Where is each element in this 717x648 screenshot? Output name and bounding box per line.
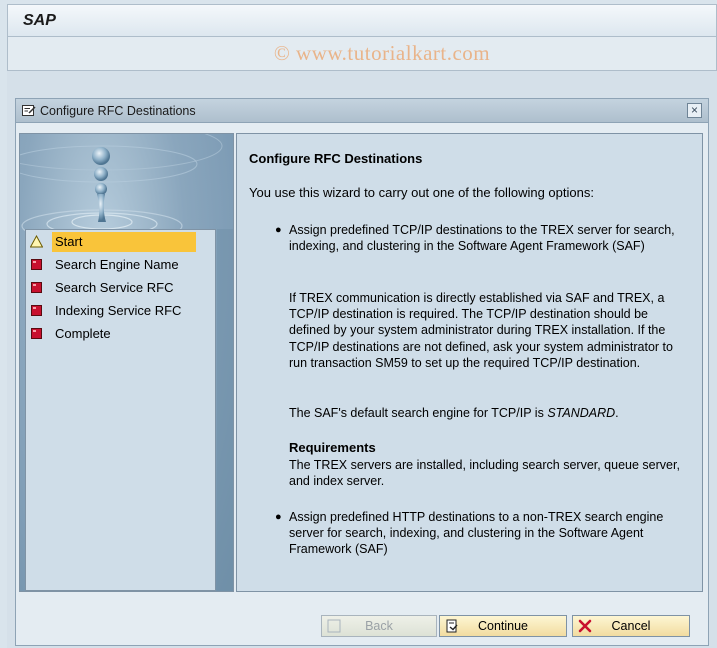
dialog-title-bar[interactable]: Configure RFC Destinations × <box>16 99 708 123</box>
default-engine-suffix: . <box>615 406 619 420</box>
requirements-text: The TREX servers are installed, includin… <box>289 458 680 489</box>
default-engine-prefix: The SAF's default search engine for TCP/… <box>289 406 548 420</box>
sap-logo: SAP <box>23 12 56 29</box>
continue-button[interactable]: Continue <box>439 615 567 637</box>
step-complete[interactable]: Complete <box>26 323 215 345</box>
cancel-button[interactable]: Cancel <box>572 615 690 637</box>
content-intro: You use this wizard to carry out one of … <box>249 185 594 200</box>
wizard-content-panel: Configure RFC Destinations You use this … <box>236 133 703 592</box>
step-search-service-rfc[interactable]: Search Service RFC <box>26 277 215 299</box>
watermark: © www.tutorialkart.com <box>273 41 491 65</box>
step-label: Complete <box>55 326 111 341</box>
sap-title-bar: SAP <box>7 4 717 37</box>
configure-rfc-dialog: Configure RFC Destinations × Start Searc… <box>15 98 709 646</box>
content-title: Configure RFC Destinations <box>249 151 423 166</box>
option-two-text: Assign predefined HTTP destinations to a… <box>289 510 664 557</box>
default-engine-value: STANDARD <box>547 406 616 420</box>
wizard-steps-panel: Start Search Engine Name Search Service … <box>19 133 234 592</box>
step-search-engine-name[interactable]: Search Engine Name <box>26 254 215 276</box>
step-indexing-service-rfc[interactable]: Indexing Service RFC <box>26 300 215 322</box>
warning-triangle-icon <box>30 235 43 248</box>
dialog-title: Configure RFC Destinations <box>40 104 196 118</box>
red-square-icon <box>31 259 42 270</box>
step-start[interactable]: Start <box>26 231 215 253</box>
continue-label: Continue <box>477 619 529 633</box>
requirements-heading: Requirements <box>289 440 376 455</box>
step-label: Start <box>52 232 196 252</box>
default-engine-text: The SAF's default search engine for TCP/… <box>289 405 689 421</box>
bullet-icon: ● <box>275 224 282 236</box>
red-square-icon <box>31 328 42 339</box>
back-label: Back <box>365 619 393 633</box>
step-label: Search Engine Name <box>55 257 179 272</box>
wizard-step-list: Start Search Engine Name Search Service … <box>25 229 216 591</box>
bullet-icon: ● <box>275 511 282 523</box>
step-label: Search Service RFC <box>55 280 174 295</box>
option-one-text: Assign predefined TCP/IP destinations to… <box>289 223 675 254</box>
red-square-icon <box>31 305 42 316</box>
back-button[interactable]: Back <box>321 615 437 637</box>
cancel-label: Cancel <box>611 619 651 633</box>
dialog-window-icon <box>22 105 36 116</box>
red-square-icon <box>31 282 42 293</box>
step-label: Indexing Service RFC <box>55 303 182 318</box>
tcp-ip-explanation: If TREX communication is directly establ… <box>289 291 673 370</box>
close-icon[interactable]: × <box>687 103 702 118</box>
